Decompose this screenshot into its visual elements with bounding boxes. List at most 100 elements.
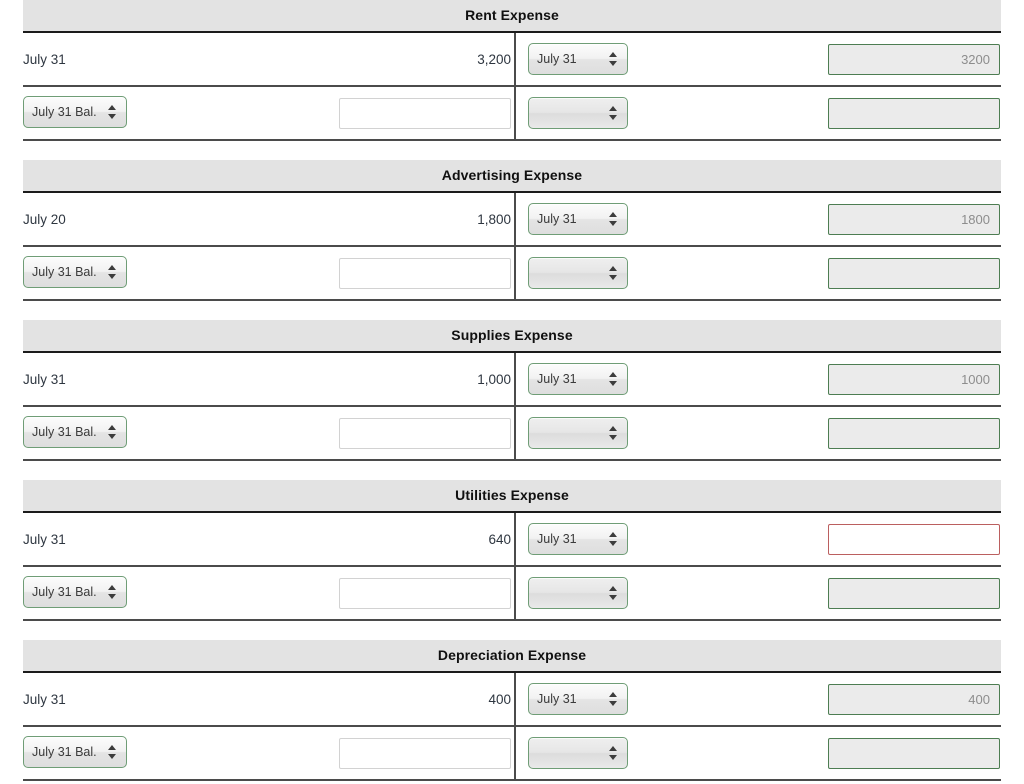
balance-left-cell: July 31 Bal. bbox=[23, 95, 514, 131]
balance-date-select[interactable]: July 31 Bal. bbox=[23, 575, 127, 608]
posted-entry-amount: 400 bbox=[488, 691, 511, 707]
entry-input-cell: July 31 bbox=[514, 683, 1001, 715]
balance-row: July 31 Bal. bbox=[23, 727, 1001, 781]
entry-amount-input[interactable] bbox=[828, 683, 1000, 715]
posted-entry-amount: 1,000 bbox=[477, 371, 511, 387]
balance-date-select-label: July 31 Bal. bbox=[32, 264, 97, 279]
chevron-updown-icon bbox=[609, 105, 618, 121]
entry-row: July 31 3,200 July 31 bbox=[23, 33, 1001, 87]
chevron-updown-icon bbox=[108, 424, 117, 440]
posted-entry-cell: July 31 3,200 bbox=[23, 52, 514, 67]
entry-date-select-label: July 31 bbox=[537, 52, 577, 66]
balance-right-input[interactable] bbox=[828, 97, 1000, 129]
entry-input-cell: July 31 bbox=[514, 363, 1001, 395]
chevron-updown-icon bbox=[609, 691, 618, 707]
balance-row: July 31 Bal. bbox=[23, 407, 1001, 461]
entry-date-select-label: July 31 bbox=[537, 692, 577, 706]
balance-date-select[interactable]: July 31 Bal. bbox=[23, 255, 127, 288]
balance-right-select[interactable] bbox=[528, 577, 628, 609]
posted-entry-amount: 3,200 bbox=[477, 51, 511, 67]
balance-select-slot: July 31 Bal. bbox=[23, 95, 151, 131]
balance-amount-input[interactable] bbox=[339, 97, 511, 129]
balance-right-input[interactable] bbox=[828, 737, 1000, 769]
balance-right-input[interactable] bbox=[828, 257, 1000, 289]
balance-row: July 31 Bal. bbox=[23, 567, 1001, 621]
balance-right-slot bbox=[828, 737, 1000, 769]
balance-amount-slot bbox=[339, 97, 511, 129]
posted-entry-cell: July 31 1,000 bbox=[23, 372, 514, 387]
entry-input-cell: July 31 bbox=[514, 523, 1001, 555]
posted-entry-amount: 640 bbox=[488, 531, 511, 547]
posted-entry-cell: July 31 400 bbox=[23, 692, 514, 707]
balance-select-slot: July 31 Bal. bbox=[23, 735, 151, 771]
entry-amount-slot bbox=[828, 523, 1000, 555]
entry-row: July 31 640 July 31 bbox=[23, 513, 1001, 567]
balance-amount-input[interactable] bbox=[339, 577, 511, 609]
balance-left-cell: July 31 Bal. bbox=[23, 735, 514, 771]
balance-left-cell: July 31 Bal. bbox=[23, 255, 514, 291]
balance-right-select[interactable] bbox=[528, 417, 628, 449]
balance-amount-slot bbox=[339, 737, 511, 769]
balance-right-select[interactable] bbox=[528, 737, 628, 769]
chevron-updown-icon bbox=[609, 585, 618, 601]
balance-right-input[interactable] bbox=[828, 417, 1000, 449]
worksheet-page: Rent Expense July 31 3,200 July 31 3200 … bbox=[0, 0, 1024, 781]
posted-entry-date: July 20 bbox=[23, 211, 66, 227]
balance-right-cell bbox=[514, 577, 1001, 609]
chevron-updown-icon bbox=[108, 264, 117, 280]
balance-right-input[interactable] bbox=[828, 577, 1000, 609]
account-block: Advertising Expense July 20 1,800 July 3… bbox=[23, 160, 1001, 301]
entry-date-select[interactable]: July 31 bbox=[528, 203, 628, 235]
entry-amount-slot bbox=[828, 683, 1000, 715]
chevron-updown-icon bbox=[609, 371, 618, 387]
balance-amount-input[interactable] bbox=[339, 417, 511, 449]
chevron-updown-icon bbox=[108, 584, 117, 600]
balance-right-cell bbox=[514, 737, 1001, 769]
balance-right-cell bbox=[514, 417, 1001, 449]
entry-date-select-label: July 31 bbox=[537, 212, 577, 226]
account-title: Supplies Expense bbox=[23, 320, 1001, 353]
entry-row: July 31 400 July 31 bbox=[23, 673, 1001, 727]
posted-entry-date: July 31 bbox=[23, 691, 66, 707]
posted-entry-cell: July 20 1,800 bbox=[23, 212, 514, 227]
balance-amount-input[interactable] bbox=[339, 257, 511, 289]
entry-date-select-label: July 31 bbox=[537, 532, 577, 546]
entry-date-select[interactable]: July 31 bbox=[528, 363, 628, 395]
balance-date-select-label: July 31 Bal. bbox=[32, 104, 97, 119]
account-rows: July 31 1,000 July 31 1000 July 31 Bal. bbox=[23, 353, 1001, 461]
entry-amount-input[interactable] bbox=[828, 203, 1000, 235]
balance-right-select[interactable] bbox=[528, 97, 628, 129]
balance-date-select[interactable]: July 31 Bal. bbox=[23, 415, 127, 448]
balance-right-select[interactable] bbox=[528, 257, 628, 289]
chevron-updown-icon bbox=[609, 425, 618, 441]
balance-amount-slot bbox=[339, 577, 511, 609]
entry-amount-input[interactable] bbox=[828, 363, 1000, 395]
entry-amount-input[interactable] bbox=[828, 43, 1000, 75]
balance-date-select[interactable]: July 31 Bal. bbox=[23, 95, 127, 128]
balance-amount-slot bbox=[339, 257, 511, 289]
balance-right-cell bbox=[514, 97, 1001, 129]
balance-right-slot bbox=[828, 577, 1000, 609]
balance-select-slot: July 31 Bal. bbox=[23, 255, 151, 291]
balance-row: July 31 Bal. bbox=[23, 87, 1001, 141]
balance-amount-input[interactable] bbox=[339, 737, 511, 769]
account-rows: July 20 1,800 July 31 1800 July 31 Bal. bbox=[23, 193, 1001, 301]
balance-left-cell: July 31 Bal. bbox=[23, 415, 514, 451]
balance-date-select-label: July 31 Bal. bbox=[32, 744, 97, 759]
entry-input-cell: July 31 bbox=[514, 43, 1001, 75]
entry-date-select[interactable]: July 31 bbox=[528, 523, 628, 555]
account-block: Depreciation Expense July 31 400 July 31 bbox=[23, 640, 1001, 781]
balance-right-slot bbox=[828, 97, 1000, 129]
balance-date-select[interactable]: July 31 Bal. bbox=[23, 735, 127, 768]
entry-date-select[interactable]: July 31 bbox=[528, 683, 628, 715]
balance-date-select-label: July 31 Bal. bbox=[32, 424, 97, 439]
account-block: Utilities Expense July 31 640 July 31 Ju… bbox=[23, 480, 1001, 621]
chevron-updown-icon bbox=[609, 531, 618, 547]
balance-amount-slot bbox=[339, 417, 511, 449]
entry-row: July 31 1,000 July 31 bbox=[23, 353, 1001, 407]
balance-right-cell bbox=[514, 257, 1001, 289]
entry-amount-input[interactable] bbox=[828, 523, 1000, 555]
entry-row: July 20 1,800 July 31 bbox=[23, 193, 1001, 247]
balance-left-cell: July 31 Bal. bbox=[23, 575, 514, 611]
entry-date-select[interactable]: July 31 bbox=[528, 43, 628, 75]
